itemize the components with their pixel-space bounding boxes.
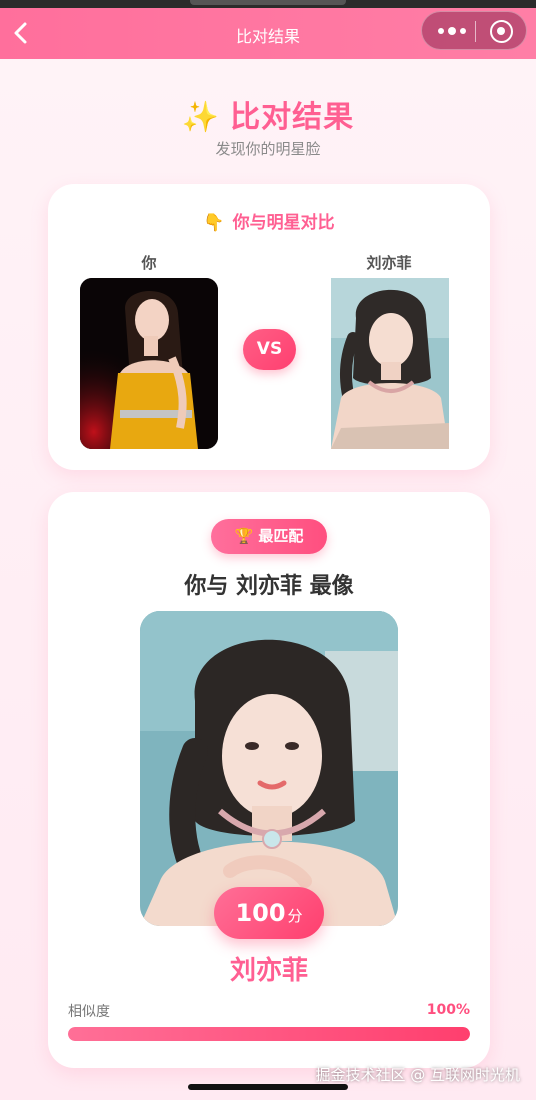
similarity-value: 100% bbox=[426, 1002, 470, 1018]
vs-badge: VS bbox=[243, 329, 296, 370]
page-subtitle: 发现你的明星脸 bbox=[215, 140, 321, 158]
home-indicator[interactable] bbox=[188, 1084, 348, 1090]
matched-star-photo[interactable] bbox=[140, 611, 398, 926]
result-card: 🏆 最匹配 你与 刘亦菲 最像 100 分 刘亦菲 相似度 100% bbox=[48, 492, 490, 1068]
nav-bar: 比对结果 bbox=[0, 8, 536, 59]
page-title: ✨ 比对结果 bbox=[181, 100, 355, 135]
similarity-progress-fill bbox=[68, 1027, 470, 1041]
result-headline: 你与 刘亦菲 最像 bbox=[184, 574, 354, 599]
compare-title: 👇 你与明星对比 bbox=[203, 213, 335, 233]
star-photo[interactable] bbox=[331, 278, 449, 449]
you-label: 你 bbox=[141, 254, 157, 272]
score-badge: 100 分 bbox=[214, 887, 324, 939]
score-value: 100 bbox=[235, 899, 286, 927]
user-photo[interactable] bbox=[80, 278, 218, 449]
sparkle-icon: ✨ bbox=[181, 100, 221, 135]
mini-program-capsule bbox=[421, 11, 527, 50]
more-dots-icon[interactable] bbox=[432, 18, 472, 44]
similarity-label: 相似度 bbox=[68, 1004, 110, 1020]
score-unit: 分 bbox=[287, 907, 303, 925]
watermark: 掘金技术社区 @ 互联网时光机 bbox=[315, 1066, 520, 1084]
matched-star-name: 刘亦菲 bbox=[229, 956, 308, 986]
similarity-progress-bar bbox=[68, 1027, 470, 1041]
compare-card: 👇 你与明星对比 你 刘亦菲 VS bbox=[48, 184, 490, 470]
close-circle-icon[interactable] bbox=[490, 20, 513, 43]
status-strip bbox=[0, 0, 536, 8]
pointing-hand-icon: 👇 bbox=[203, 213, 225, 233]
best-match-badge: 🏆 最匹配 bbox=[211, 519, 327, 554]
star-label: 刘亦菲 bbox=[366, 254, 412, 272]
trophy-icon: 🏆 bbox=[234, 527, 254, 545]
